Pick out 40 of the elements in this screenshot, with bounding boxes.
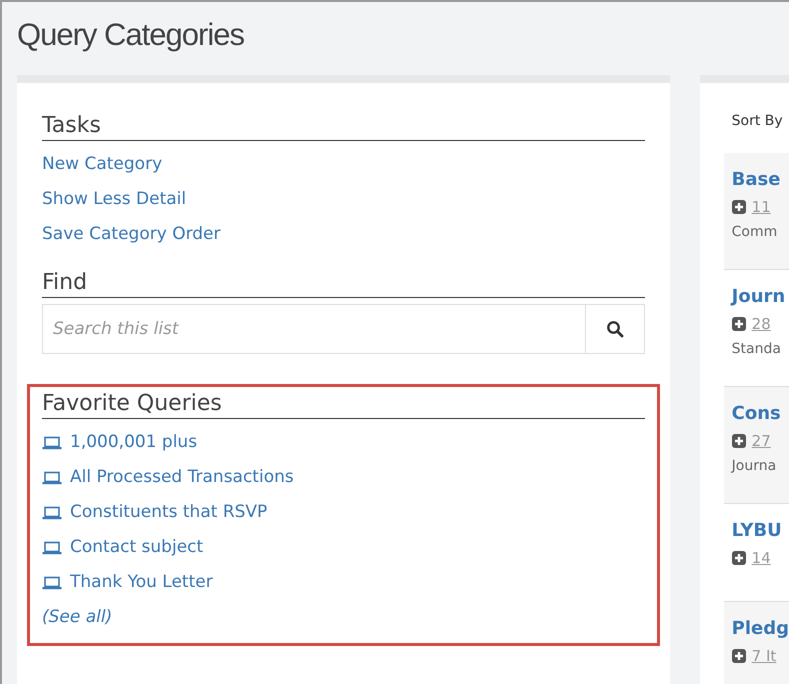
category-description: Journa [732,458,778,474]
section-heading: Tasks [42,113,645,141]
search-button[interactable] [584,304,645,354]
query-link[interactable]: Thank You Letter [42,565,213,600]
laptop-icon [42,470,62,484]
expand-icon[interactable] [732,551,746,565]
section-heading: Find [42,270,645,298]
see-all-link[interactable]: (See all) [42,600,112,635]
section-heading: Favorite Queries [42,391,645,419]
item-count-link[interactable]: 7 It [752,647,776,665]
query-link[interactable]: Constituents that RSVP [42,495,268,530]
category-description: Comm [732,224,778,240]
item-count-link[interactable]: 28 [752,315,771,333]
item-count-link[interactable]: 11 [752,198,771,216]
category-link[interactable]: Cons [732,403,789,424]
category-link[interactable]: Pledg [732,618,789,639]
query-link[interactable]: 1,000,001 plus [42,425,198,460]
laptop-icon [42,506,62,520]
task-link[interactable]: Show Less Detail [42,182,186,217]
expand-icon[interactable] [732,649,746,663]
laptop-icon [42,436,62,450]
category-link[interactable]: LYBU [732,520,789,541]
search-icon [606,320,624,338]
item-count-link[interactable]: 14 [752,549,771,567]
page-title: Query Categories [16,16,245,54]
expand-icon[interactable] [732,434,746,448]
sort-label: Sort By [732,113,784,131]
search-field[interactable]: Search this list [42,304,585,354]
query-link[interactable]: Contact subject [42,530,204,565]
category-description: Standa [732,341,782,357]
category-link[interactable]: Journ [732,286,789,307]
query-link[interactable]: All Processed Transactions [42,460,294,495]
task-link[interactable]: New Category [42,147,162,182]
expand-icon[interactable] [732,317,746,331]
laptop-icon [42,576,62,590]
category-link[interactable]: Base [732,169,789,190]
laptop-icon [42,540,62,554]
item-count-link[interactable]: 27 [752,432,771,450]
expand-icon[interactable] [732,200,746,214]
task-link[interactable]: Save Category Order [42,217,220,252]
